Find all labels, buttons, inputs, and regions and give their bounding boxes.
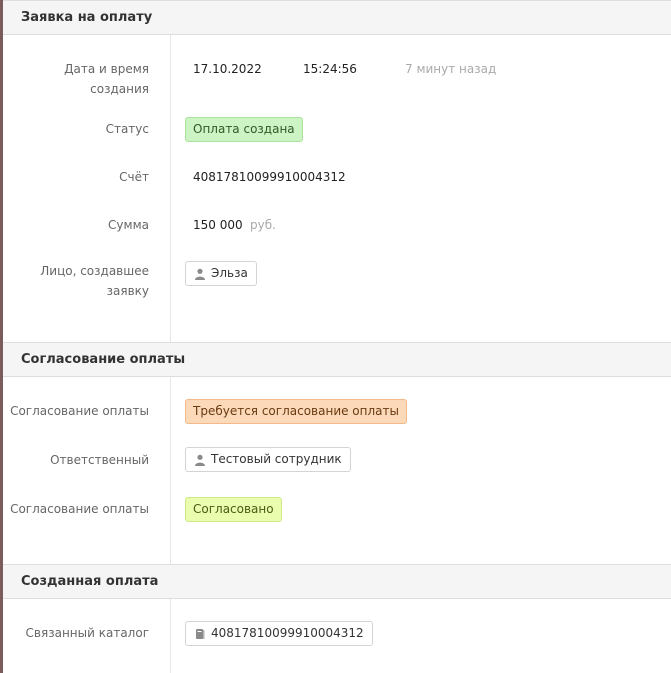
user-icon <box>195 454 205 466</box>
value-column <box>170 35 671 342</box>
label-responsible: Ответственный <box>50 453 149 467</box>
label-created: Дата и время создания <box>64 62 149 96</box>
label-creator: Лицо, создавшее заявку <box>40 264 149 298</box>
label-status: Статус <box>105 122 149 136</box>
catalog-chip-wrap: 40817810099910004312 <box>185 621 373 646</box>
section-created-payment: Созданная оплата Связанный каталог 40817… <box>3 564 671 673</box>
section-title-approval: Согласование оплаты <box>3 342 671 377</box>
responsible-chip[interactable]: Тестовый сотрудник <box>185 447 351 472</box>
label-approval-2: Согласование оплаты <box>10 502 149 516</box>
amount-value: 150 000 <box>193 218 243 232</box>
status-badge: Оплата создана <box>185 117 303 142</box>
approved-badge: Согласовано <box>185 497 282 522</box>
label-approval-1: Согласование оплаты <box>10 404 149 418</box>
creator-name: Эльза <box>211 266 248 280</box>
label-amount: Сумма <box>108 218 149 232</box>
catalog-chip[interactable]: 40817810099910004312 <box>185 621 373 646</box>
section-approval: Согласование оплаты Согласование оплаты … <box>3 342 671 564</box>
approval-badge-wrap-2: Согласовано <box>185 497 282 522</box>
creator-chip[interactable]: Эльза <box>185 261 257 286</box>
amount-currency: руб. <box>250 218 276 232</box>
section-title-created-payment: Созданная оплата <box>3 564 671 599</box>
section-title-payment-request: Заявка на оплату <box>3 0 671 35</box>
catalog-value: 40817810099910004312 <box>211 626 364 640</box>
creator-chip-wrap: Эльза <box>185 261 257 286</box>
book-icon <box>196 628 205 639</box>
responsible-name: Тестовый сотрудник <box>211 452 342 466</box>
account-value: 40817810099910004312 <box>193 170 346 184</box>
approval-badge-wrap-1: Требуется согласование оплаты <box>185 399 407 424</box>
created-time: 15:24:56 <box>303 62 357 76</box>
created-date: 17.10.2022 <box>193 62 262 76</box>
section-payment-request: Заявка на оплату Дата и время создания 1… <box>3 0 671 342</box>
user-icon <box>195 268 205 280</box>
label-account: Счёт <box>119 170 149 184</box>
label-catalog: Связанный каталог <box>25 626 149 640</box>
status-badge-wrap: Оплата создана <box>185 117 303 142</box>
approval-required-badge: Требуется согласование оплаты <box>185 399 407 424</box>
created-ago: 7 минут назад <box>405 62 497 76</box>
responsible-chip-wrap: Тестовый сотрудник <box>185 447 351 472</box>
